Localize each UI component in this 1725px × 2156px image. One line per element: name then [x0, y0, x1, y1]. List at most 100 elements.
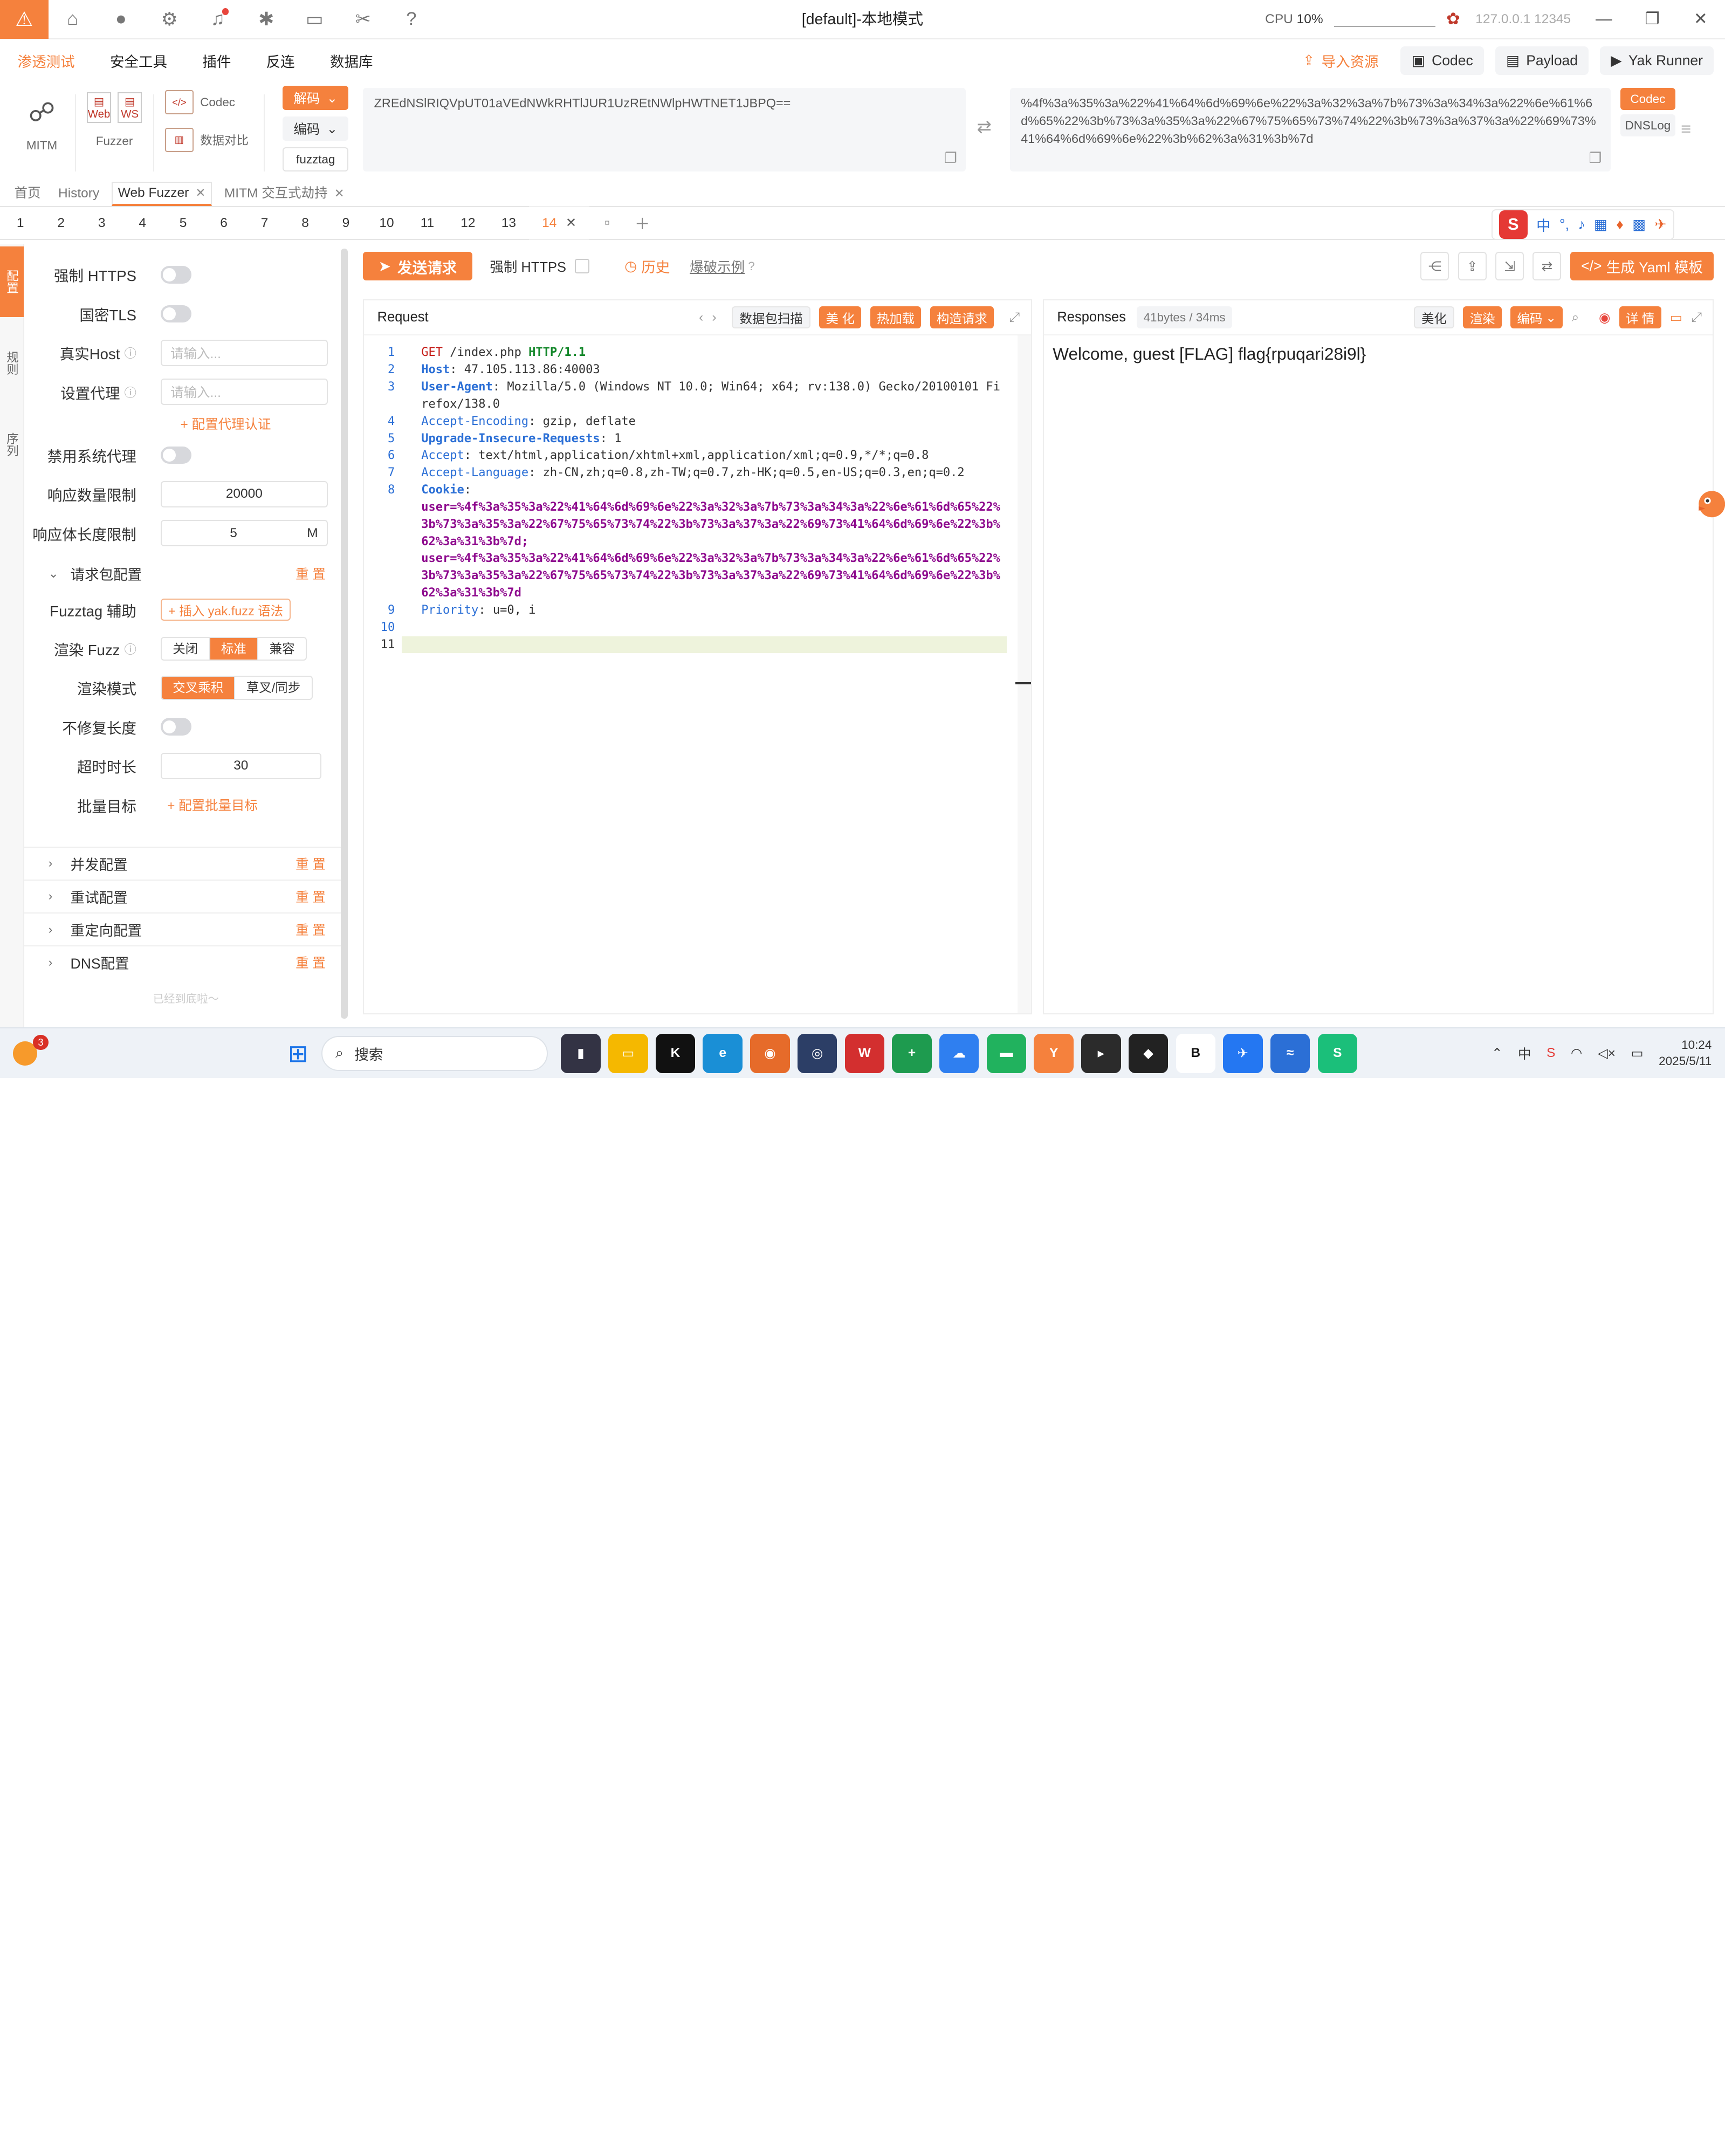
- reset-button[interactable]: 重 置: [295, 854, 326, 873]
- decode-dropdown[interactable]: 解码 ⌄: [283, 86, 349, 110]
- swap-icon[interactable]: ⇄: [977, 116, 992, 137]
- reset-button[interactable]: 重 置: [295, 953, 326, 972]
- taskbar-search[interactable]: ⌕ 搜索: [321, 1035, 548, 1071]
- ime-lang-toggle[interactable]: 中: [1536, 214, 1551, 235]
- home-icon[interactable]: ⌂: [49, 0, 97, 39]
- app-green-icon[interactable]: S: [1317, 1033, 1358, 1073]
- render-compat-option[interactable]: 兼容: [258, 638, 306, 660]
- keyboard-icon[interactable]: ▦: [1594, 216, 1607, 233]
- app-k-icon[interactable]: K: [655, 1033, 696, 1073]
- terminal-app-icon[interactable]: ▸: [1081, 1033, 1121, 1073]
- force-https-checkbox[interactable]: [575, 259, 589, 273]
- wifi-icon[interactable]: ◠: [1571, 1045, 1582, 1061]
- notification-bell-icon[interactable]: ♫: [194, 0, 242, 39]
- yakit-app-icon[interactable]: Y: [1034, 1033, 1074, 1073]
- real-host-input[interactable]: 请输入...: [160, 339, 328, 366]
- copy-icon[interactable]: ❐: [944, 149, 957, 167]
- pitchfork-option[interactable]: 草叉/同步: [235, 677, 311, 699]
- input-method-icon[interactable]: 中: [1518, 1044, 1531, 1063]
- subtab-4[interactable]: 4: [122, 207, 162, 239]
- menu-reverse[interactable]: 反连: [266, 50, 295, 71]
- encode-dropdown[interactable]: 编码 ⌄: [1510, 306, 1563, 328]
- clock[interactable]: 10:24 2025/5/11: [1659, 1037, 1712, 1070]
- compare-tool[interactable]: ▥ 数据对比: [164, 121, 249, 158]
- skin-icon[interactable]: ♦: [1616, 216, 1624, 233]
- strip-sequence[interactable]: 序列: [0, 409, 24, 480]
- weather-widget[interactable]: 3: [0, 1028, 51, 1078]
- app-wave-icon[interactable]: ≈: [1270, 1033, 1310, 1073]
- import-icon[interactable]: ⇲: [1495, 252, 1524, 281]
- terminal-icon[interactable]: ▭: [291, 0, 339, 39]
- subtab-2[interactable]: 2: [40, 207, 81, 239]
- fuzztag-button[interactable]: fuzztag: [283, 147, 349, 172]
- packet-scan-button[interactable]: 数据包扫描: [732, 306, 810, 328]
- subtab-12[interactable]: 12: [448, 207, 488, 239]
- search-icon[interactable]: ⌕: [1572, 310, 1579, 325]
- strip-rules[interactable]: 规则: [0, 328, 24, 399]
- brute-demo-link[interactable]: 爆破示例: [690, 256, 745, 276]
- burp-icon[interactable]: B: [1176, 1033, 1215, 1073]
- body-limit-input[interactable]: 5M: [160, 520, 328, 547]
- user-avatar-icon[interactable]: ●: [97, 0, 146, 39]
- volume-muted-icon[interactable]: ◁×: [1598, 1045, 1616, 1061]
- tab-mitm[interactable]: MITM 交互式劫持 ✕: [219, 182, 350, 206]
- redirect-section[interactable]: › 重定向配置 重 置: [24, 912, 348, 945]
- side-codec-button[interactable]: Codec: [1620, 88, 1675, 110]
- subtab-13[interactable]: 13: [489, 207, 529, 239]
- close-icon[interactable]: ✕: [334, 182, 345, 206]
- task-view-icon[interactable]: ▮: [561, 1033, 601, 1073]
- generate-yaml-button[interactable]: </> 生成 Yaml 模板: [1570, 252, 1714, 281]
- app-circle-icon[interactable]: ◎: [797, 1033, 837, 1073]
- codec-button[interactable]: ▣ Codec: [1400, 46, 1485, 75]
- proxy-input[interactable]: 请输入...: [160, 379, 328, 406]
- close-window-icon[interactable]: ✕: [1676, 0, 1725, 39]
- subtab-10[interactable]: 10: [366, 207, 407, 239]
- mascot-icon[interactable]: [1692, 482, 1725, 526]
- beautify-button[interactable]: 美 化: [819, 306, 862, 328]
- wps-icon[interactable]: W: [844, 1033, 885, 1073]
- close-icon[interactable]: ✕: [195, 181, 205, 205]
- bug-icon[interactable]: ✱: [242, 0, 291, 39]
- codec-tool[interactable]: </> Codec: [164, 84, 249, 121]
- cross-product-option[interactable]: 交叉乘积: [161, 676, 236, 699]
- chevron-right-icon[interactable]: ›: [712, 310, 717, 325]
- concurrency-section[interactable]: › 并发配置 重 置: [24, 846, 348, 880]
- battery-icon[interactable]: ▭: [1631, 1045, 1643, 1061]
- request-scrollbar[interactable]: [1018, 335, 1031, 1013]
- tools-icon[interactable]: ✂: [339, 0, 387, 39]
- strip-config[interactable]: 配置: [0, 246, 24, 317]
- subtab-9[interactable]: 9: [326, 207, 366, 239]
- render-button[interactable]: 渲染: [1463, 306, 1502, 328]
- subtab-3[interactable]: 3: [81, 207, 122, 239]
- app-dark-icon[interactable]: ◆: [1128, 1033, 1169, 1073]
- swap-layout-icon[interactable]: ⇄: [1532, 252, 1562, 281]
- warning-icon[interactable]: ⚠: [0, 0, 49, 39]
- reset-button[interactable]: 重 置: [295, 887, 326, 906]
- settings-icon[interactable]: ⚙: [145, 0, 194, 39]
- menu-pentest[interactable]: 渗透测试: [18, 50, 75, 71]
- chat-icon[interactable]: ▬: [986, 1033, 1027, 1073]
- codec-input-box[interactable]: ZREdNSlRIQVpUT01aVEdNWkRHTlJUR1UzREtNWlp…: [363, 88, 966, 172]
- req-pkg-section[interactable]: ⌄ 请求包配置 重 置: [24, 557, 348, 590]
- firefox-icon[interactable]: ◉: [750, 1033, 790, 1073]
- spreadsheet-icon[interactable]: +: [892, 1033, 932, 1073]
- add-tab-icon[interactable]: ＋: [625, 212, 660, 234]
- subtab-7[interactable]: 7: [244, 207, 285, 239]
- fullscreen-icon[interactable]: ⤢: [1009, 310, 1020, 325]
- history-button[interactable]: ◷ 历史: [624, 256, 670, 277]
- config-scrollbar[interactable]: [341, 249, 348, 1019]
- codec-output-box[interactable]: %4f%3a%35%3a%22%41%64%6d%69%6e%22%3a%32%…: [1009, 88, 1611, 172]
- mitm-tool[interactable]: ☍ MITM: [20, 81, 64, 153]
- menu-security-tools[interactable]: 安全工具: [110, 50, 167, 71]
- proxy-auth-link[interactable]: + 配置代理认证: [24, 411, 348, 436]
- subtab-1[interactable]: 1: [0, 207, 40, 239]
- punctuation-icon[interactable]: °,: [1559, 216, 1569, 233]
- encode-dropdown[interactable]: 编码 ⌄: [283, 116, 349, 141]
- request-editor[interactable]: 1 GET /index.php HTTP/1.1 2 Host: 47.105.1…: [364, 344, 1018, 654]
- hotload-button[interactable]: 热加载: [870, 306, 922, 328]
- gm-tls-toggle[interactable]: [160, 305, 191, 323]
- batch-add-link[interactable]: + 配置批量目标: [167, 795, 258, 814]
- no-fix-len-toggle[interactable]: [160, 718, 191, 736]
- reset-button[interactable]: 重 置: [295, 564, 326, 583]
- subtab-14[interactable]: 14 ✕: [529, 206, 590, 239]
